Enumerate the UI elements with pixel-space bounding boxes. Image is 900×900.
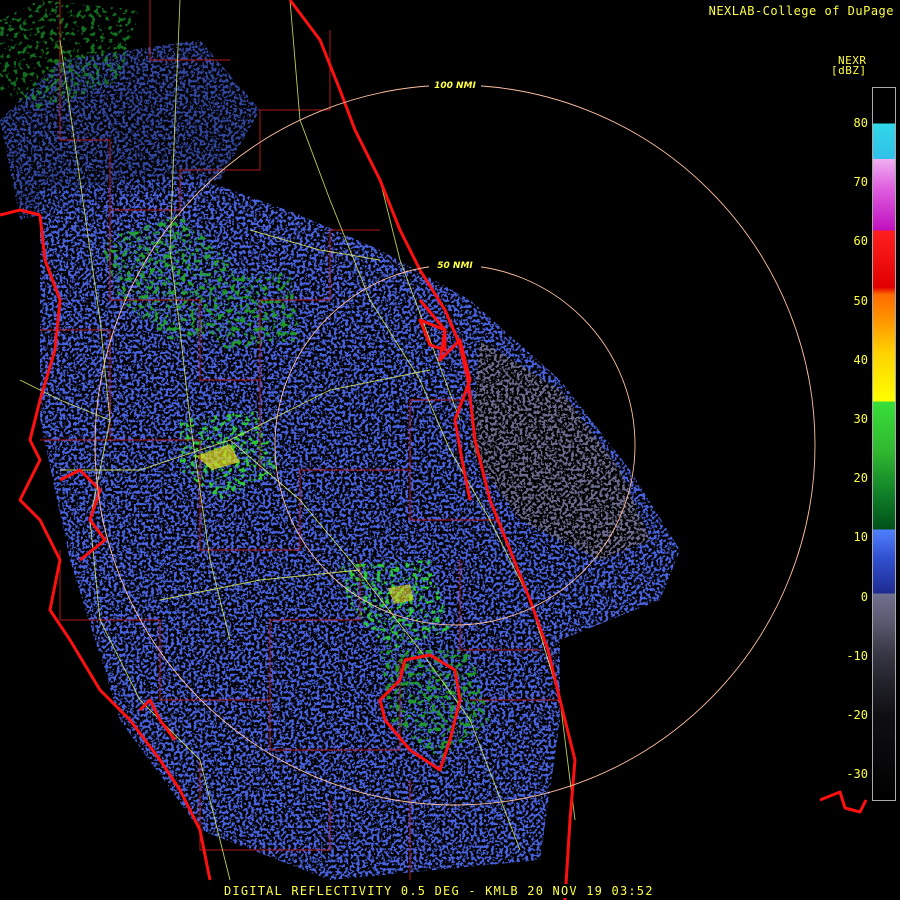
units-label: [dBZ] bbox=[831, 64, 867, 77]
scale-tick-label: 10 bbox=[853, 530, 868, 545]
credit-label: NEXLAB-College of DuPage bbox=[708, 4, 894, 18]
product-footer: DIGITAL REFLECTIVITY 0.5 DEG - KMLB 20 N… bbox=[222, 884, 656, 898]
scale-tick-label: 40 bbox=[853, 352, 868, 367]
scale-tick-label: 60 bbox=[853, 234, 868, 249]
scale-tick-label: -30 bbox=[846, 767, 868, 782]
scale-tick-label: 80 bbox=[853, 116, 868, 130]
color-scale-bar bbox=[872, 87, 896, 801]
scale-tick-label: 30 bbox=[853, 412, 868, 426]
scale-tick-label: 70 bbox=[853, 175, 868, 190]
scale-tick-label: 50 bbox=[853, 293, 868, 308]
radar-map: 50 NMI 100 NMI bbox=[0, 0, 868, 900]
range-ring-label: 100 NMI bbox=[434, 81, 476, 91]
range-ring-label: 50 NMI bbox=[437, 261, 473, 271]
scale-tick-label: -20 bbox=[846, 708, 868, 722]
scale-tick-label: 0 bbox=[860, 589, 868, 604]
scale-tick-label: -10 bbox=[846, 648, 868, 663]
scale-tick-label: 20 bbox=[853, 471, 868, 486]
